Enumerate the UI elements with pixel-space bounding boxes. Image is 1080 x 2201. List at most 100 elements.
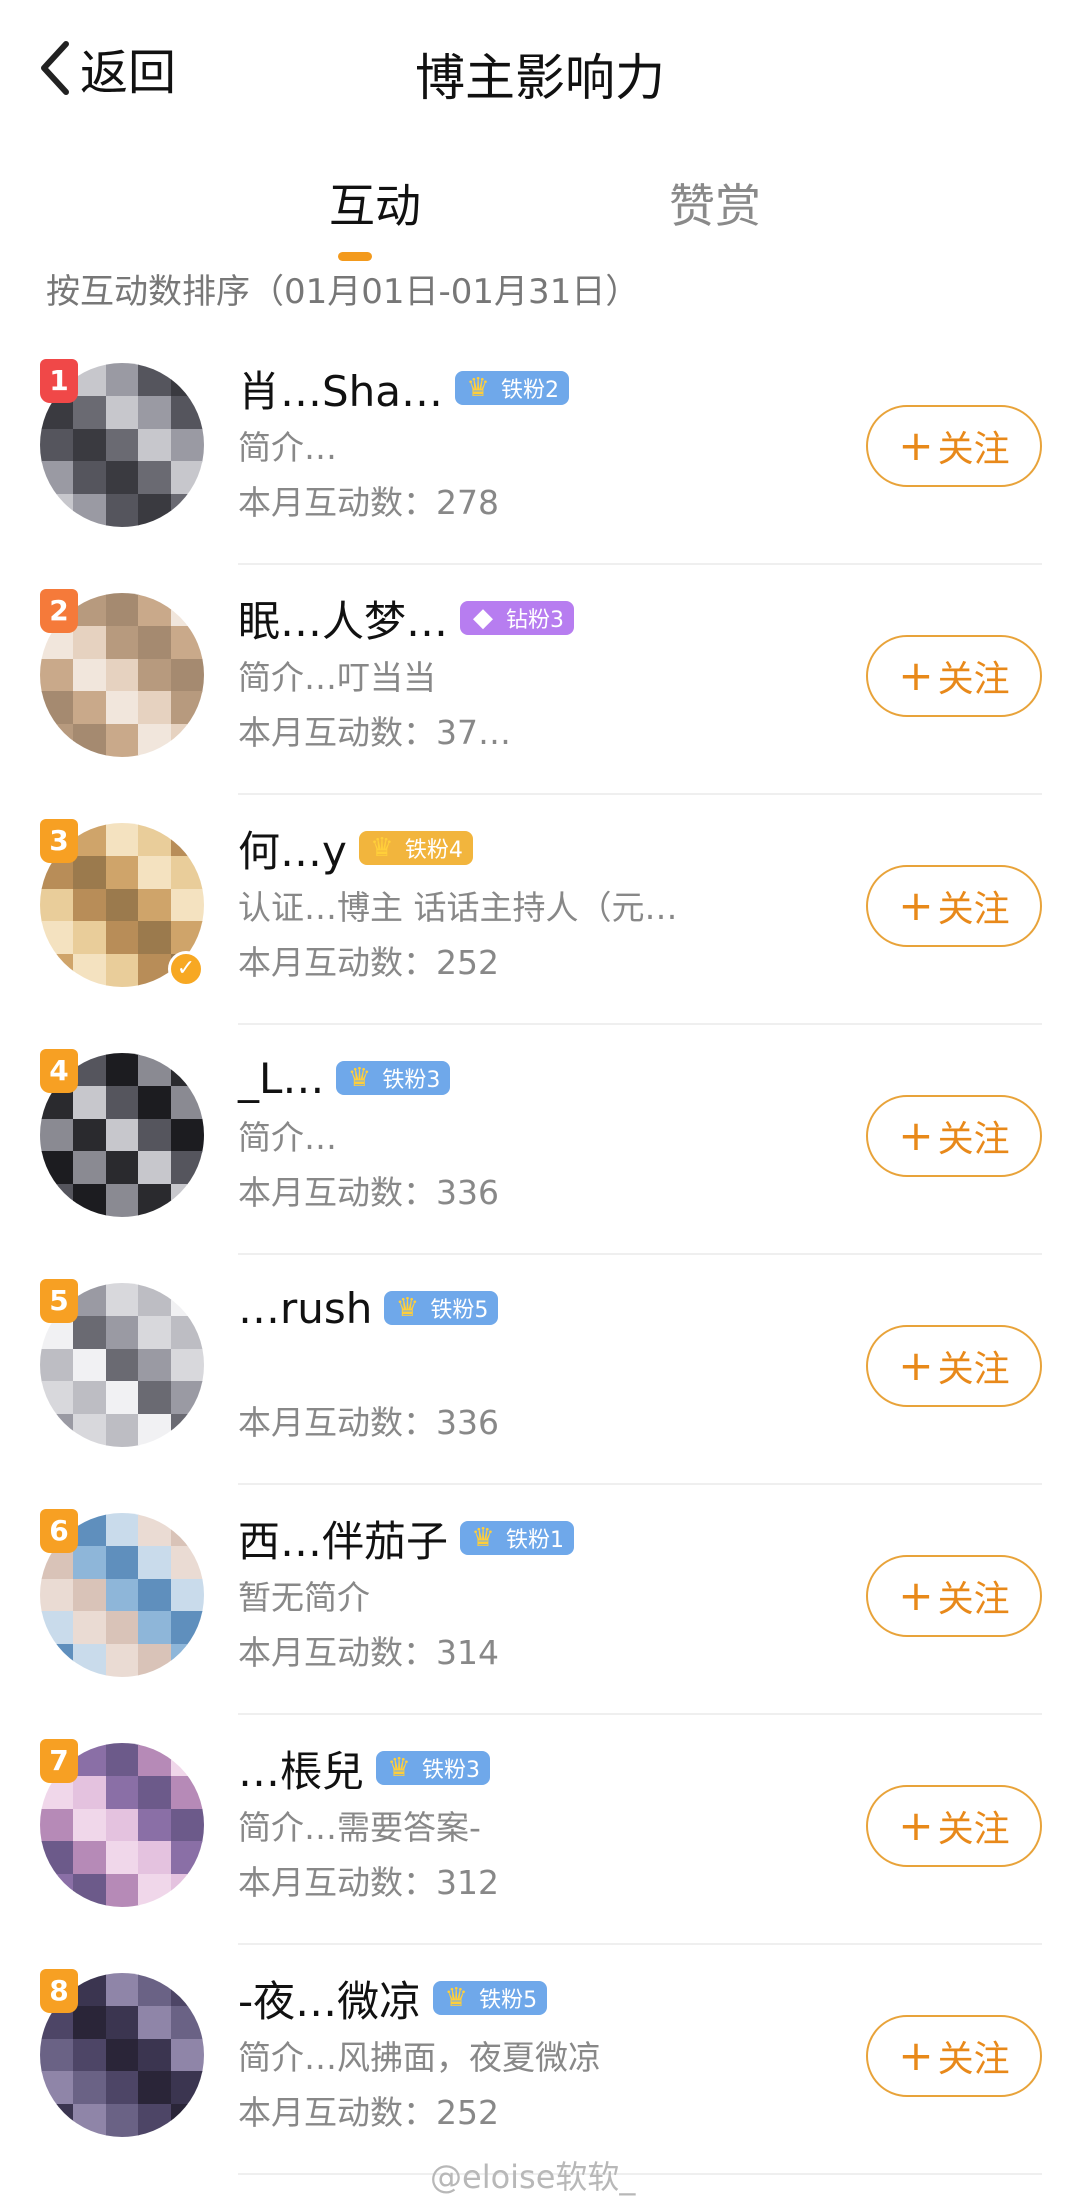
crown-icon: ♛	[444, 1983, 468, 2013]
avatar-mosaic-cell	[105, 1414, 140, 1447]
follow-button[interactable]: + 关注	[866, 635, 1042, 717]
user-name[interactable]: 肖…Sha…	[238, 358, 443, 419]
avatar-mosaic-cell	[105, 625, 140, 660]
avatar-mosaic-cell	[138, 1315, 173, 1350]
avatar-mosaic-cell	[138, 1874, 173, 1907]
avatar-mosaic-cell	[72, 1578, 107, 1613]
follow-button[interactable]: + 关注	[866, 1325, 1042, 1407]
follow-label: 关注	[937, 2039, 1010, 2080]
tab-reward[interactable]: 赞赏	[640, 170, 790, 236]
avatar-mosaic-cell	[138, 1053, 173, 1087]
avatar-mosaic-cell	[105, 395, 140, 430]
avatar-mosaic-cell	[72, 954, 107, 987]
rank-badge: 2	[40, 589, 78, 633]
user-info: 眠…人梦… ◆ 钻粉3 简介…叮当当 本月互动数：37…	[238, 585, 778, 761]
row-divider	[238, 2173, 1042, 2175]
avatar-mosaic-cell	[72, 1151, 107, 1186]
avatar-mosaic-cell	[40, 428, 74, 463]
avatar-mosaic-cell	[138, 1644, 173, 1677]
user-info: 西…伴茄子 ♛ 铁粉1 暂无简介 本月互动数：314	[238, 1505, 778, 1681]
fan-level-label: 铁粉2	[501, 378, 560, 403]
follow-button[interactable]: + 关注	[866, 405, 1042, 487]
follow-label: 关注	[937, 429, 1010, 470]
avatar-mosaic-cell	[138, 1414, 173, 1447]
avatar-mosaic-cell	[40, 1644, 74, 1677]
avatar-mosaic-cell	[72, 461, 107, 496]
rank-badge: 5	[40, 1279, 78, 1323]
avatar-mosaic-cell	[171, 625, 204, 660]
user-name[interactable]: 何…y	[238, 818, 347, 879]
avatar-mosaic-cell	[40, 1381, 74, 1416]
avatar-mosaic-cell	[72, 2071, 107, 2106]
avatar-mosaic-cell	[171, 2104, 204, 2137]
avatar-mosaic-cell	[72, 1874, 107, 1907]
list-item[interactable]: 4 _L… ♛ 铁粉3 简介… 本月互动数：336 + 关注	[0, 1025, 1080, 1255]
follow-button[interactable]: + 关注	[866, 865, 1042, 947]
fan-level-label: 铁粉5	[479, 1988, 538, 2013]
avatar-mosaic-cell	[40, 954, 74, 987]
plus-icon: +	[898, 2031, 934, 2080]
tab-interaction[interactable]: 互动	[300, 170, 450, 236]
list-item[interactable]: 5 …rush ♛ 铁粉5 本月互动数：336 + 关注	[0, 1255, 1080, 1485]
avatar-mosaic-cell	[138, 1743, 173, 1777]
rank-badge: 6	[40, 1509, 78, 1553]
avatar-mosaic-cell	[72, 1841, 107, 1876]
avatar-mosaic-cell	[138, 461, 173, 496]
follow-button[interactable]: + 关注	[866, 1555, 1042, 1637]
avatar-mosaic-cell	[171, 1414, 204, 1447]
avatar-mosaic-cell	[171, 1874, 204, 1907]
avatar-mosaic-cell	[105, 1973, 140, 2007]
user-bio: 简介…风拂面，夜夏微凉	[238, 2038, 601, 2077]
list-item[interactable]: 6 西…伴茄子 ♛ 铁粉1 暂无简介 本月互动数：314 + 关注	[0, 1485, 1080, 1715]
name-line: 肖…Sha… ♛ 铁粉2	[238, 355, 778, 421]
crown-icon: ♛	[471, 1523, 495, 1553]
avatar-mosaic-cell	[40, 1348, 74, 1383]
avatar-mosaic-cell	[138, 691, 173, 726]
fan-level-badge: ♛ 铁粉5	[433, 1981, 548, 2015]
avatar-mosaic-cell	[105, 1513, 140, 1547]
interaction-count: 本月互动数：252	[238, 2093, 499, 2132]
name-line: …棖兒 ♛ 铁粉3	[238, 1735, 778, 1801]
avatar-mosaic-cell	[105, 363, 140, 397]
user-name[interactable]: 眠…人梦…	[238, 588, 448, 649]
user-info: 肖…Sha… ♛ 铁粉2 简介… 本月互动数：278	[238, 355, 778, 531]
avatar-mosaic-cell	[171, 1545, 204, 1580]
avatar-mosaic-cell	[72, 888, 107, 923]
interaction-count: 本月互动数：278	[238, 483, 499, 522]
list-item[interactable]: 7 …棖兒 ♛ 铁粉3 简介…需要答案- 本月互动数：312 + 关注	[0, 1715, 1080, 1945]
user-info: …棖兒 ♛ 铁粉3 简介…需要答案- 本月互动数：312	[238, 1735, 778, 1911]
avatar-mosaic-cell	[105, 1348, 140, 1383]
avatar-mosaic-cell	[105, 1644, 140, 1677]
avatar-mosaic-cell	[40, 1184, 74, 1217]
follow-button[interactable]: + 关注	[866, 1785, 1042, 1867]
avatar-mosaic-cell	[138, 658, 173, 693]
avatar-mosaic-cell	[171, 1053, 204, 1087]
avatar-mosaic-cell	[171, 1644, 204, 1677]
user-bio: 简介…叮当当	[238, 658, 436, 697]
list-item[interactable]: 8 -夜…微凉 ♛ 铁粉5 简介…风拂面，夜夏微凉 本月互动数：252 + 关注	[0, 1945, 1080, 2175]
user-name[interactable]: _L…	[238, 1054, 324, 1103]
rank-badge: 3	[40, 819, 78, 863]
avatar-mosaic-cell	[72, 395, 107, 430]
list-item[interactable]: 3 ✓ 何…y ♛ 铁粉4 认证…博主 话话主持人（元… 本月互动数：252 + 关注	[0, 795, 1080, 1025]
user-name[interactable]: 西…伴茄子	[238, 1508, 448, 1569]
interaction-count: 本月互动数：336	[238, 1173, 499, 1212]
user-name[interactable]: -夜…微凉	[238, 1968, 421, 2029]
list-item[interactable]: 1 肖…Sha… ♛ 铁粉2 简介… 本月互动数：278 + 关注	[0, 335, 1080, 565]
sort-hint: 按互动数排序（01月01日-01月31日）	[46, 272, 640, 312]
follow-button[interactable]: + 关注	[866, 1095, 1042, 1177]
list-item[interactable]: 2 眠…人梦… ◆ 钻粉3 简介…叮当当 本月互动数：37… + 关注	[0, 565, 1080, 795]
avatar-mosaic-cell	[105, 593, 140, 627]
avatar-mosaic-cell	[105, 2071, 140, 2106]
avatar-mosaic-cell	[138, 1775, 173, 1810]
user-bio: 暂无简介	[238, 1578, 370, 1617]
follow-button[interactable]: + 关注	[866, 2015, 1042, 2097]
user-name[interactable]: …rush	[238, 1284, 372, 1333]
avatar-mosaic-cell	[40, 888, 74, 923]
avatar-mosaic-cell	[138, 1611, 173, 1646]
user-name[interactable]: …棖兒	[238, 1738, 364, 1799]
avatar-mosaic-cell	[105, 494, 140, 527]
avatar-mosaic-cell	[138, 2071, 173, 2106]
avatar-mosaic-cell	[40, 494, 74, 527]
avatar-mosaic-cell	[40, 1611, 74, 1646]
